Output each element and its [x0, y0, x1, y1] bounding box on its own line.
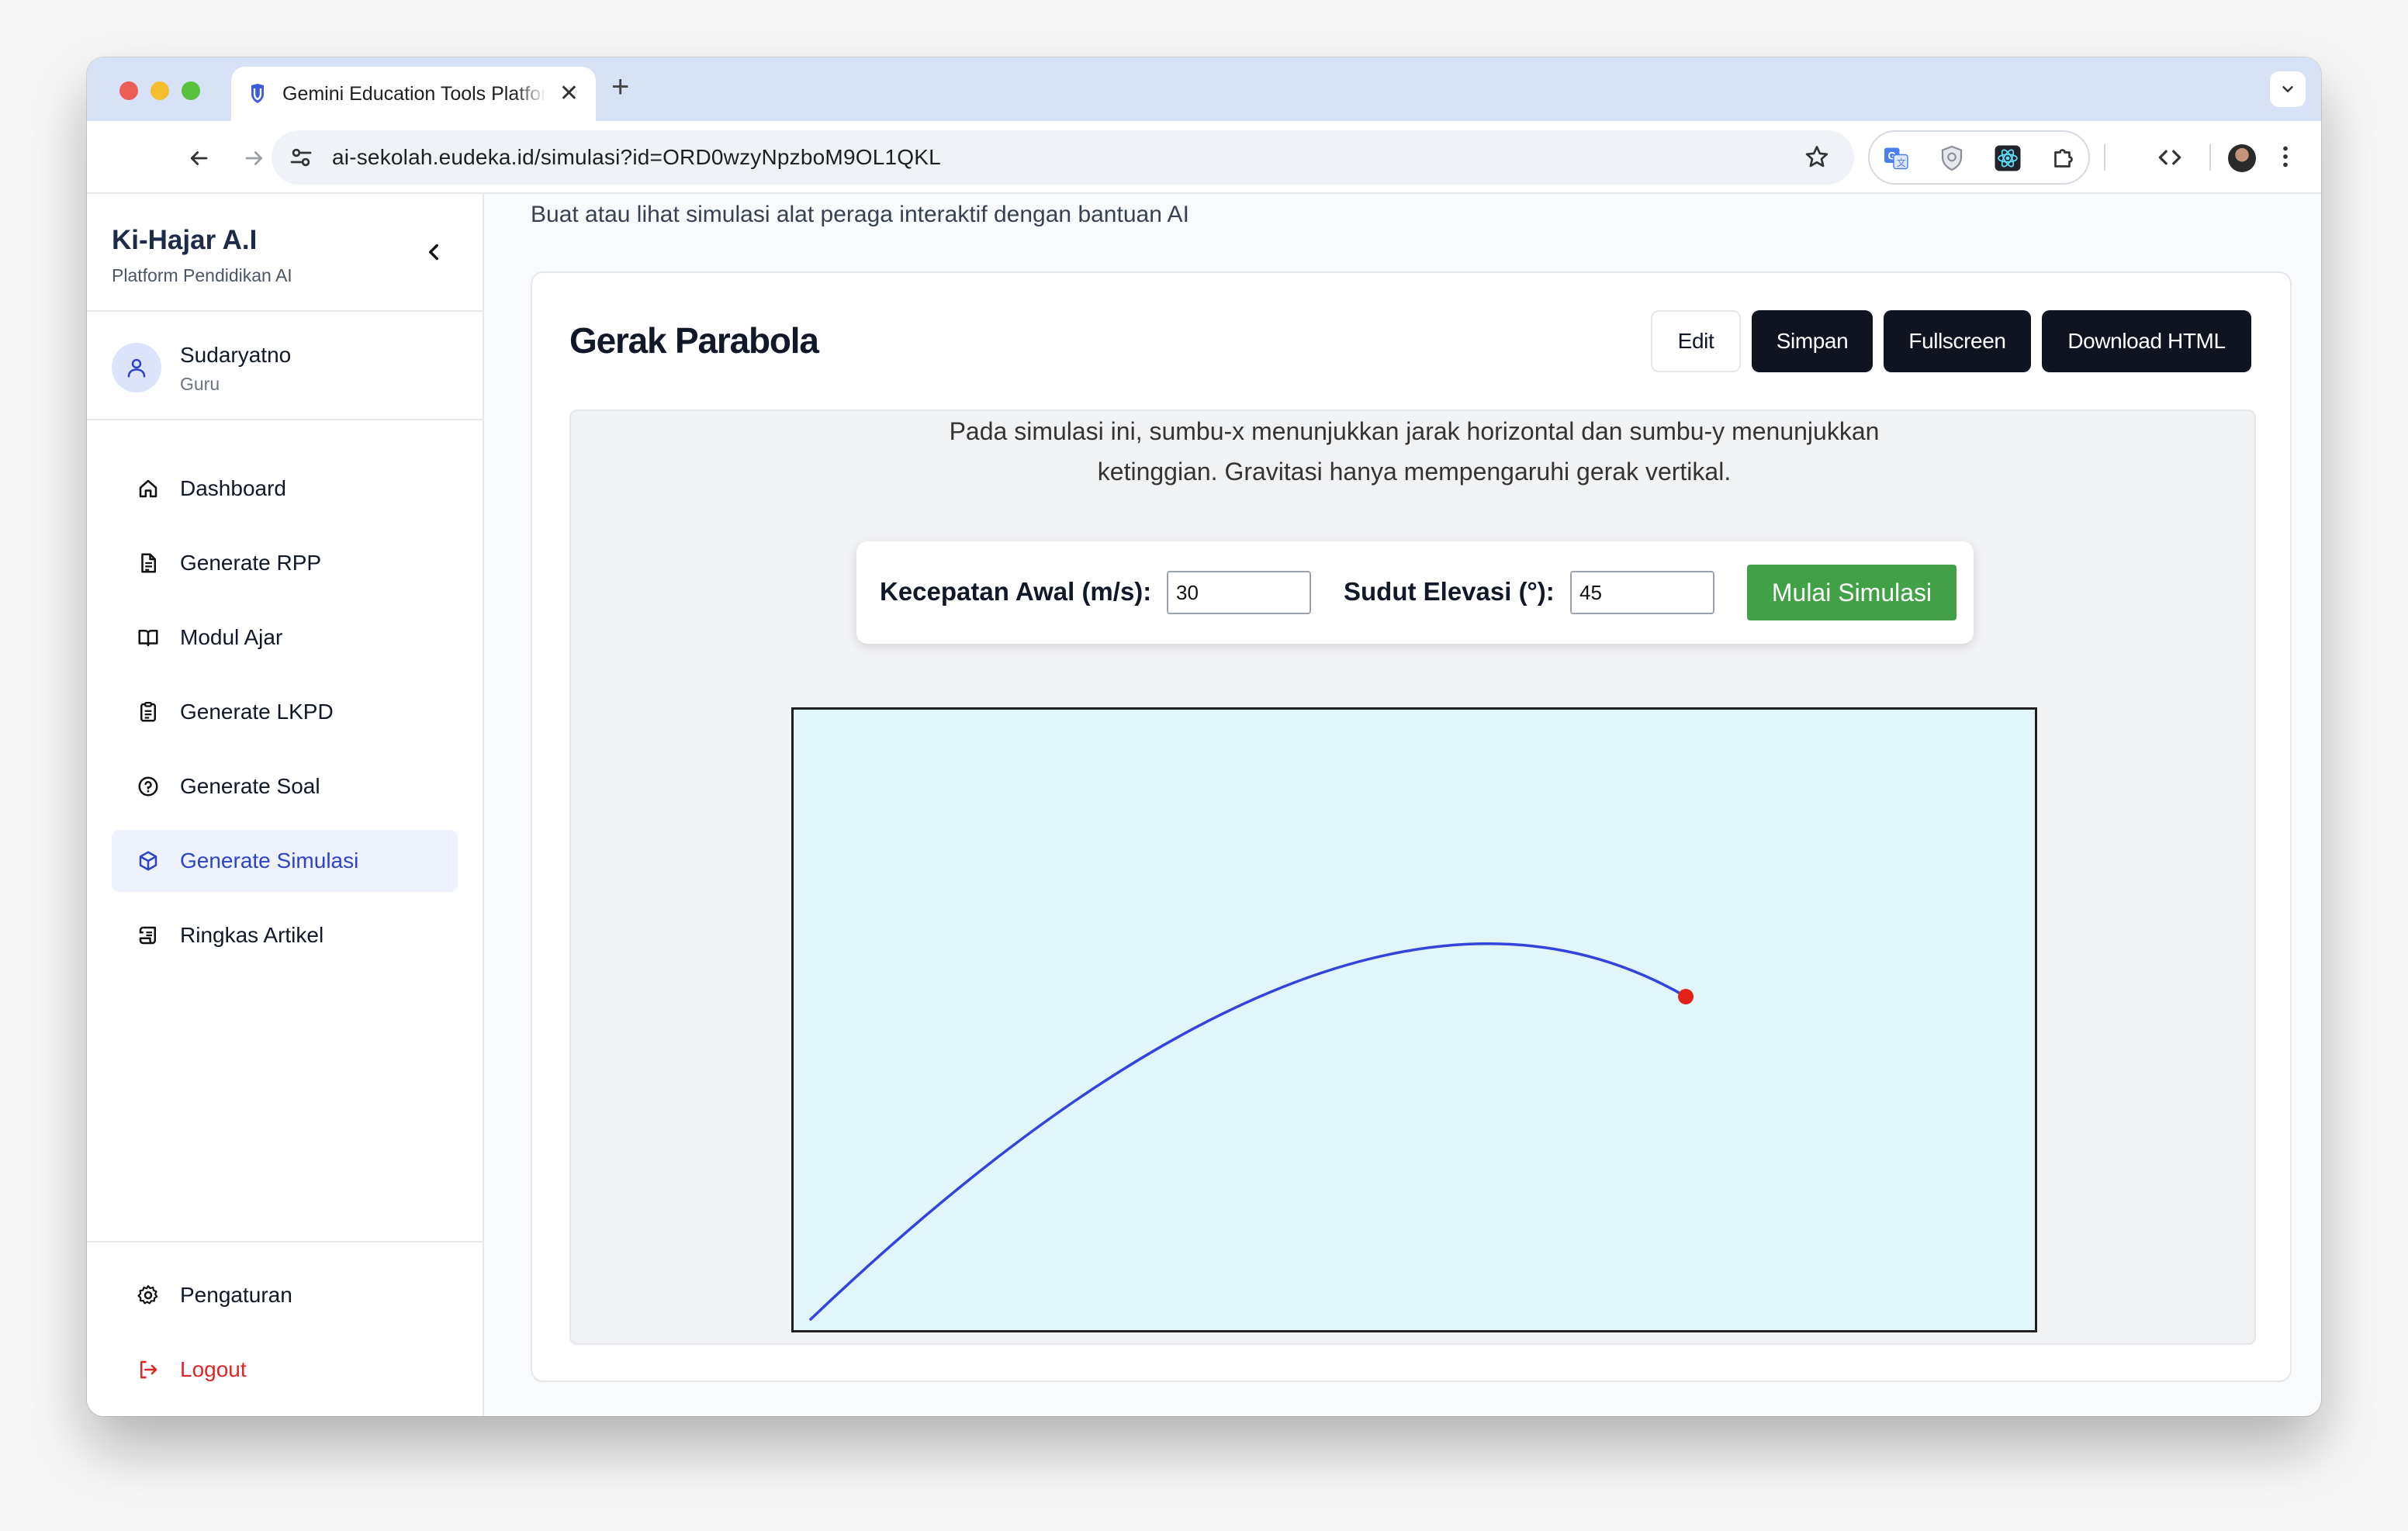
settings-icon [135, 1282, 161, 1308]
file-text-icon [135, 550, 161, 576]
minimize-window-button[interactable] [150, 81, 169, 100]
sidebar-item-generate-simulasi[interactable]: Generate Simulasi [112, 830, 458, 892]
sidebar-item-pengaturan[interactable]: Pengaturan [112, 1264, 458, 1326]
fullscreen-button[interactable]: Fullscreen [1884, 310, 2031, 372]
maximize-window-button[interactable] [182, 81, 200, 100]
sidebar-item-dashboard[interactable]: Dashboard [112, 458, 458, 520]
simulation-description-line: ketinggian. Gravitasi hanya mempengaruhi… [1097, 458, 1732, 486]
velocity-input[interactable] [1167, 571, 1311, 614]
sidebar-item-generate-soal[interactable]: Generate Soal [112, 755, 458, 817]
arrow-right-icon [245, 151, 263, 165]
user-avatar [112, 343, 161, 392]
trajectory-svg [809, 942, 1694, 1321]
browser-toolbar: ai-sekolah.eudeka.id/simulasi?id=ORD0wzy… [87, 121, 2321, 194]
chevron-down-icon [2282, 86, 2293, 92]
code-icon[interactable] [2155, 143, 2185, 172]
page-description: Buat atau lihat simulasi alat peraga int… [531, 202, 1189, 227]
tab-title: Gemini Education Tools Platform [282, 82, 546, 105]
svg-text:文: 文 [1897, 157, 1906, 168]
more-menu-icon[interactable] [2271, 143, 2299, 171]
site-settings-icon[interactable] [287, 143, 315, 171]
bookmark-star-icon[interactable] [1803, 143, 1831, 171]
trajectory-path [809, 942, 1687, 1321]
shield-extension-icon[interactable] [1938, 144, 1966, 172]
angle-input[interactable] [1570, 571, 1714, 614]
page-title: Gerak Parabola [569, 320, 819, 361]
address-bar[interactable]: ai-sekolah.eudeka.id/simulasi?id=ORD0wzy… [272, 130, 1854, 185]
sidebar-item-label: Logout [180, 1357, 247, 1381]
projectile-ball [1678, 989, 1694, 1004]
sidebar-nav: Dashboard Generate RPP Modul Ajar Genera… [112, 458, 458, 979]
clipboard-icon [135, 699, 161, 725]
puzzle-extensions-icon[interactable] [2050, 144, 2078, 172]
translate-extension-icon[interactable]: G 文 [1882, 144, 1910, 172]
sidebar-item-label: Generate LKPD [180, 700, 334, 724]
tab-search-button[interactable] [2270, 71, 2306, 107]
save-button[interactable]: Simpan [1752, 310, 1873, 372]
sidebar-bottom-nav: Pengaturan Logout [112, 1264, 458, 1413]
simulation-canvas[interactable] [791, 707, 2037, 1332]
simulation-preview: Pada simulasi ini, sumbu-x menunjukkan j… [569, 410, 2256, 1345]
url-text: ai-sekolah.eudeka.id/simulasi?id=ORD0wzy… [332, 145, 941, 169]
scroll-icon [135, 922, 161, 949]
sidebar-divider [87, 310, 483, 312]
profile-avatar[interactable] [2228, 144, 2256, 172]
sidebar-item-label: Generate Soal [180, 774, 320, 798]
toolbar-divider [2209, 144, 2211, 171]
logout-icon [135, 1356, 161, 1383]
browser-tab[interactable]: Gemini Education Tools Platform ✕ [231, 67, 596, 121]
sidebar-divider [87, 419, 483, 420]
sidebar-item-logout[interactable]: Logout [112, 1339, 458, 1401]
download-html-button[interactable]: Download HTML [2042, 310, 2251, 372]
sidebar-item-modul-ajar[interactable]: Modul Ajar [112, 607, 458, 669]
simulation-card: Gerak Parabola Edit Simpan Fullscreen Do… [531, 271, 2292, 1382]
tab-close-icon[interactable]: ✕ [559, 82, 579, 105]
box-icon [135, 848, 161, 874]
sidebar-divider [87, 1241, 483, 1242]
book-open-icon [135, 624, 161, 651]
brand-subtitle: Platform Pendidikan AI [112, 265, 292, 285]
home-icon [135, 475, 161, 502]
forward-button[interactable] [239, 143, 270, 174]
sidebar-item-label: Ringkas Artikel [180, 923, 324, 947]
angle-label: Sudut Elevasi (°): [1344, 577, 1555, 606]
sidebar-item-generate-rpp[interactable]: Generate RPP [112, 532, 458, 594]
sidebar-item-label: Pengaturan [180, 1283, 292, 1307]
sidebar-item-generate-lkpd[interactable]: Generate LKPD [112, 681, 458, 743]
edit-button[interactable]: Edit [1651, 310, 1741, 372]
new-tab-button[interactable]: + [611, 71, 629, 102]
velocity-label: Kecepatan Awal (m/s): [880, 577, 1152, 606]
sidebar-item-ringkas-artikel[interactable]: Ringkas Artikel [112, 904, 458, 966]
sidebar-item-label: Generate RPP [180, 551, 322, 575]
simulation-description: Pada simulasi ini, sumbu-x menunjukkan j… [881, 411, 1947, 492]
arrow-left-icon [190, 151, 208, 165]
main-content: Buat atau lihat simulasi alat peraga int… [484, 194, 2321, 1416]
toolbar-divider [2104, 144, 2105, 171]
user-role: Guru [180, 374, 220, 394]
sidebar-item-label: Generate Simulasi [180, 848, 359, 873]
close-window-button[interactable] [119, 81, 138, 100]
app-root: Ki-Hajar A.I Platform Pendidikan AI Suda… [87, 194, 2321, 1416]
extensions-group: G 文 [1868, 130, 2090, 185]
simulation-description-line: Pada simulasi ini, sumbu-x menunjukkan j… [949, 417, 1880, 445]
simulation-controls: Kecepatan Awal (m/s): Sudut Elevasi (°):… [856, 541, 1974, 644]
react-devtools-icon[interactable] [1994, 144, 2022, 172]
browser-window: Gemini Education Tools Platform ✕ + ai-s… [87, 57, 2321, 1416]
collapse-sidebar-icon[interactable] [420, 239, 447, 265]
sidebar-item-label: Modul Ajar [180, 625, 283, 649]
back-button[interactable] [183, 143, 214, 174]
shield-favicon-icon [251, 84, 264, 103]
help-circle-icon [135, 773, 161, 800]
sidebar: Ki-Hajar A.I Platform Pendidikan AI Suda… [87, 194, 484, 1416]
user-icon [127, 358, 146, 378]
tab-strip: Gemini Education Tools Platform ✕ + [87, 57, 2321, 121]
brand-title: Ki-Hajar A.I [112, 225, 258, 255]
sidebar-item-label: Dashboard [180, 476, 286, 500]
start-simulation-button[interactable]: Mulai Simulasi [1747, 565, 1956, 620]
user-name: Sudaryatno [180, 343, 292, 367]
